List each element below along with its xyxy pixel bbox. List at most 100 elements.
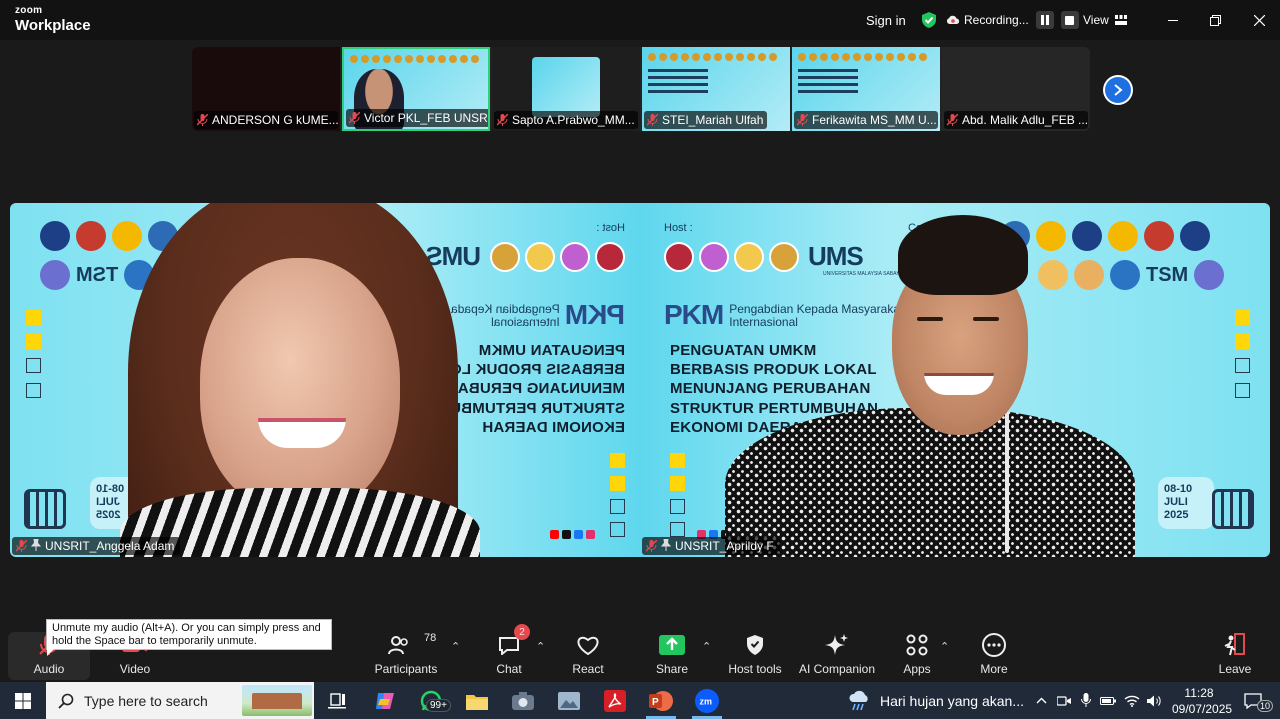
view-label: View [1083, 13, 1109, 27]
active-speaker-stage: Host : UMS PKM Pengabdian Kepada Masyara… [10, 203, 1270, 557]
photos-app[interactable] [546, 682, 592, 719]
tray-overflow-chevron-icon[interactable] [1032, 682, 1050, 719]
weather-text: Hari hujan yang akan... [880, 692, 1024, 709]
calendar-icon [1212, 489, 1254, 529]
windows-taskbar: Type here to search 99+ P zm Hari hujan … [0, 682, 1280, 719]
date-month: JULI [1164, 496, 1188, 508]
close-window-button[interactable] [1237, 0, 1280, 40]
chat-label: Chat [496, 662, 522, 676]
participants-label: Participants [374, 662, 438, 676]
restore-window-button[interactable] [1193, 0, 1237, 40]
leave-button[interactable]: Leave [1218, 626, 1252, 682]
video-tile-right[interactable]: Host : Co UMS UNIVERSITAS MALAYSIA SABAH… [640, 203, 1270, 557]
system-clock[interactable]: 11:28 09/07/2025 [1172, 685, 1232, 717]
stop-recording-button[interactable] [1060, 11, 1079, 29]
audio-label: Audio [33, 662, 65, 676]
search-highlight-image [242, 685, 312, 716]
share-button[interactable]: Share [650, 626, 694, 682]
battery-icon[interactable] [1098, 682, 1118, 719]
participant-name-tag: Victor PKL_FEB UNSR... [346, 109, 488, 127]
host-tools-button[interactable]: Host tools [726, 626, 784, 682]
participant-tile[interactable]: STEI_Mariah Ulfah [642, 47, 790, 131]
more-button[interactable]: More [976, 626, 1012, 682]
microphone-icon[interactable] [1076, 682, 1096, 719]
pkm-line1: Pengabdian Kepada Masyarakat [729, 302, 904, 316]
chat-options-chevron-icon[interactable]: ⌃ [536, 640, 545, 653]
earphone-cable [1005, 413, 1009, 553]
rain-cloud-icon [849, 690, 868, 710]
social-icons [550, 530, 595, 539]
share-label: Share [655, 662, 689, 676]
recording-indicator[interactable]: Recording... [946, 0, 1079, 40]
date-year: 2025 [1164, 509, 1189, 521]
participant-name-tag: Sapto A.Prabwo_MM... [494, 111, 638, 129]
host-label: Host : [664, 222, 693, 234]
copilot-app[interactable] [362, 682, 408, 719]
close-icon [1253, 14, 1265, 26]
next-page-button[interactable] [1103, 75, 1133, 105]
tsm-logo: TSM [76, 263, 119, 286]
participant-name-tag: Ferikawita MS_MM U... [794, 111, 938, 129]
volume-icon[interactable] [1144, 682, 1166, 719]
muted-mic-icon [496, 113, 509, 126]
pause-icon [1040, 15, 1049, 25]
acrobat-app[interactable] [592, 682, 638, 719]
taskbar-search-box[interactable]: Type here to search [46, 682, 314, 719]
headline-line: BERBASIS PRODUK LOKAL [670, 361, 877, 379]
brand-zoom-text: zoom [15, 5, 43, 16]
pkm-title: PKM [664, 299, 724, 330]
participant-video-smile [924, 373, 994, 395]
wifi-icon[interactable] [1121, 682, 1143, 719]
clock-time: 11:28 [1184, 686, 1214, 700]
file-explorer-app[interactable] [454, 682, 500, 719]
task-view-button[interactable] [314, 682, 360, 719]
search-icon [58, 693, 74, 709]
meet-now-icon[interactable] [1054, 682, 1074, 719]
weather-widget[interactable]: Hari hujan yang akan... [848, 682, 1024, 719]
muted-mic-icon [946, 113, 959, 126]
security-shield-icon[interactable] [920, 0, 938, 40]
folder-icon [466, 694, 488, 710]
zoom-app[interactable]: zm [684, 682, 730, 719]
participant-tile[interactable]: Ferikawita MS_MM U... [792, 47, 940, 131]
participant-name: STEI_Mariah Ulfah [662, 113, 764, 127]
apps-options-chevron-icon[interactable]: ⌃ [940, 640, 949, 653]
muted-mic-icon [646, 113, 659, 126]
pin-icon [30, 538, 42, 554]
svg-text:zm: zm [700, 696, 713, 706]
participants-button[interactable]: 78 Participants [372, 626, 440, 682]
recording-label: Recording... [964, 13, 1029, 27]
stop-icon [1065, 15, 1075, 25]
participant-name: UNSRIT_Aprildy F [675, 539, 774, 553]
ai-companion-button[interactable]: AI Companion [798, 626, 876, 682]
apps-label: Apps [903, 662, 931, 676]
notification-center-button[interactable]: 10 [1236, 682, 1274, 719]
calendar-icon [24, 489, 66, 529]
apps-grid-icon [906, 632, 928, 658]
minimize-window-button[interactable] [1151, 0, 1195, 40]
view-menu-button[interactable]: View [1083, 0, 1127, 40]
share-options-chevron-icon[interactable]: ⌃ [702, 640, 711, 653]
participant-tile[interactable]: ANDERSON G kUME... [192, 47, 340, 131]
sign-in-button[interactable]: Sign in [866, 0, 906, 40]
sponsor-logos: TSM [1038, 260, 1225, 290]
participant-tile[interactable]: Abd. Malik Adlu_FEB ... [942, 47, 1090, 131]
camera-app[interactable] [500, 682, 546, 719]
heart-icon [576, 632, 600, 658]
whatsapp-app[interactable]: 99+ [408, 682, 454, 719]
ums-logo-text: UMS [808, 241, 864, 271]
participant-name: Sapto A.Prabwo_MM... [512, 113, 635, 127]
host-logos: UMS [664, 241, 864, 272]
host-label: Host : [596, 222, 625, 234]
host-tools-label: Host tools [728, 662, 782, 676]
powerpoint-app[interactable]: P [638, 682, 684, 719]
participant-tile[interactable]: Sapto A.Prabwo_MM... [492, 47, 640, 131]
pause-recording-button[interactable] [1035, 11, 1054, 29]
participants-options-chevron-icon[interactable]: ⌃ [451, 640, 460, 653]
chat-button[interactable]: 2 Chat [490, 624, 530, 682]
react-button[interactable]: React [568, 626, 608, 682]
participant-tile[interactable]: Victor PKL_FEB UNSR... [342, 47, 490, 131]
video-tile-left[interactable]: Host : UMS PKM Pengabdian Kepada Masyara… [10, 203, 640, 557]
start-button[interactable] [0, 682, 46, 719]
apps-button[interactable]: Apps [900, 626, 934, 682]
